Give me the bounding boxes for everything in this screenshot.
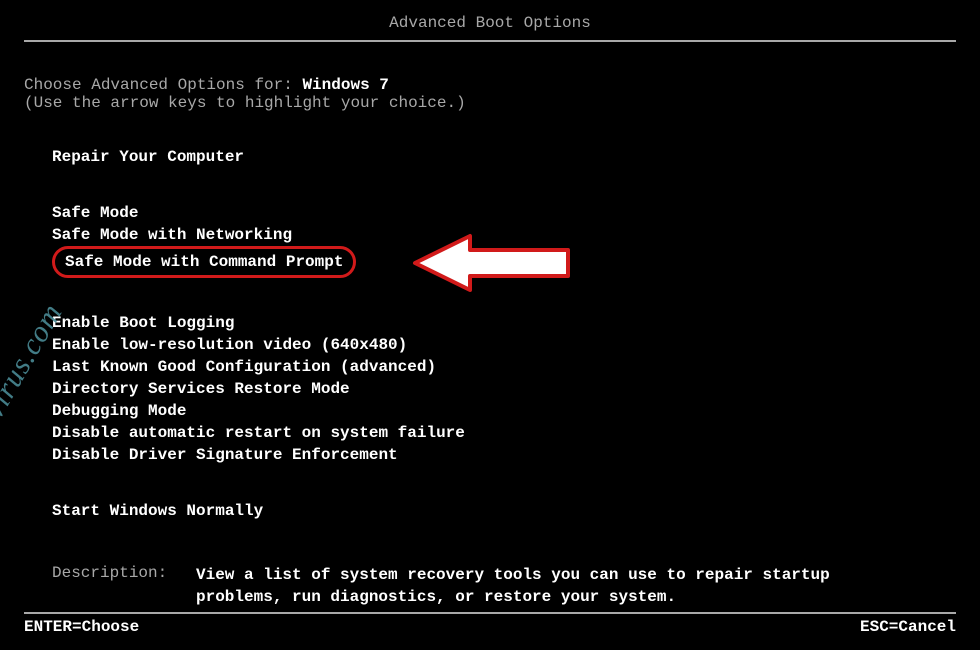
menu-last-known-good[interactable]: Last Known Good Configuration (advanced) <box>52 356 436 378</box>
footer-enter-hint: ENTER=Choose <box>24 618 139 636</box>
choose-line: Choose Advanced Options for: Windows 7 <box>24 76 956 94</box>
menu-disable-auto-restart[interactable]: Disable automatic restart on system fail… <box>52 422 465 444</box>
boot-options-screen: Advanced Boot Options Choose Advanced Op… <box>0 0 980 650</box>
menu-group-advanced: Enable Boot Logging Enable low-resolutio… <box>24 312 956 466</box>
menu-start-normally[interactable]: Start Windows Normally <box>52 500 263 522</box>
menu-group-normal: Start Windows Normally <box>24 500 956 522</box>
menu-disable-driver-signature[interactable]: Disable Driver Signature Enforcement <box>52 444 398 466</box>
menu-debugging-mode[interactable]: Debugging Mode <box>52 400 186 422</box>
menu-low-res-video[interactable]: Enable low-resolution video (640x480) <box>52 334 407 356</box>
menu-safe-mode[interactable]: Safe Mode <box>52 202 138 224</box>
menu-group-safe-modes: Safe Mode Safe Mode with Networking Safe… <box>24 202 956 278</box>
highlight-circle: Safe Mode with Command Prompt <box>52 246 356 278</box>
description-block: Description: View a list of system recov… <box>24 564 956 608</box>
description-label: Description: <box>52 564 172 608</box>
os-name: Windows 7 <box>302 76 388 94</box>
menu-repair-computer[interactable]: Repair Your Computer <box>52 146 244 168</box>
menu-safe-mode-command-prompt[interactable]: Safe Mode with Command Prompt <box>65 251 343 273</box>
menu-boot-logging[interactable]: Enable Boot Logging <box>52 312 234 334</box>
description-text: View a list of system recovery tools you… <box>196 564 836 608</box>
menu-directory-services-restore[interactable]: Directory Services Restore Mode <box>52 378 350 400</box>
arrow-keys-instruction: (Use the arrow keys to highlight your ch… <box>24 94 956 112</box>
choose-prefix: Choose Advanced Options for: <box>24 76 293 94</box>
footer-bar: ENTER=Choose ESC=Cancel <box>24 612 956 636</box>
page-title: Advanced Boot Options <box>24 14 956 42</box>
menu-group-repair: Repair Your Computer <box>24 146 956 168</box>
menu-safe-mode-networking[interactable]: Safe Mode with Networking <box>52 224 292 246</box>
footer-esc-hint: ESC=Cancel <box>860 618 956 636</box>
